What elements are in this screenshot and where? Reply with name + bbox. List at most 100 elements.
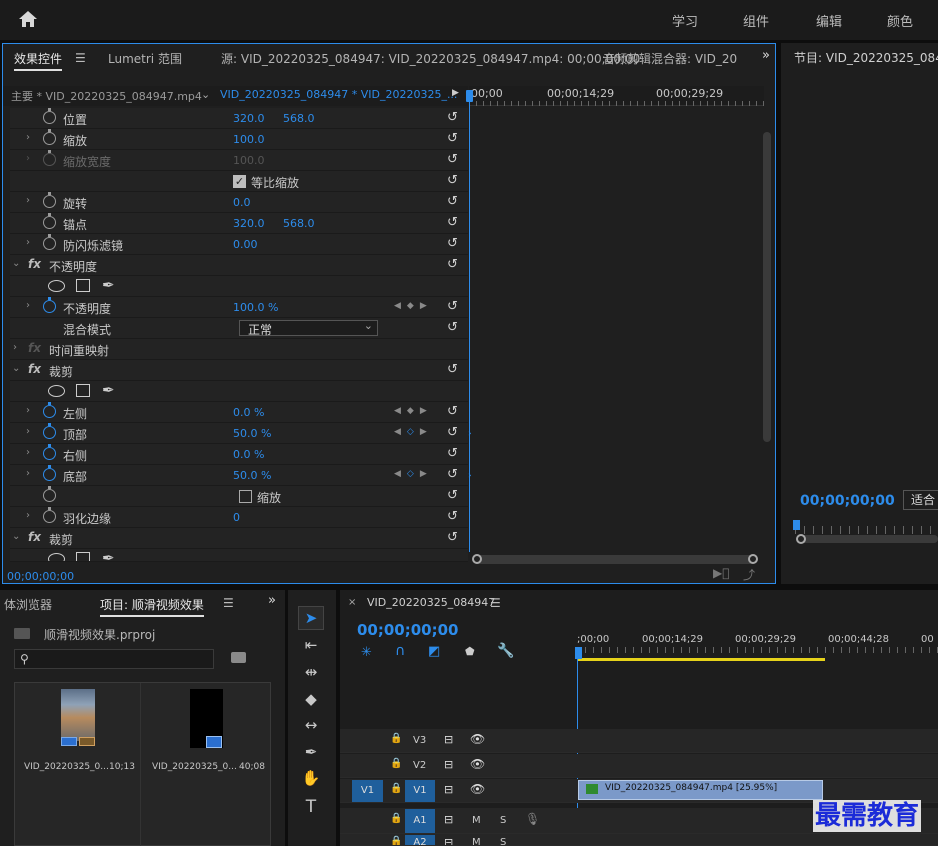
rectangle-mask-icon[interactable]: [76, 552, 90, 561]
microphone-icon[interactable]: 🎙: [525, 812, 540, 826]
chevron-right-icon[interactable]: ›: [26, 195, 30, 206]
fx-icon[interactable]: fx: [28, 257, 41, 271]
reset-icon[interactable]: ↺: [447, 236, 458, 251]
stopwatch-icon[interactable]: [43, 297, 56, 313]
vertical-scrollbar[interactable]: [763, 132, 771, 442]
reset-icon[interactable]: ↺: [447, 446, 458, 461]
property-row-crop-right[interactable]: › 右侧 0.0 % ↺: [10, 444, 468, 465]
sync-icon[interactable]: ⊟: [444, 813, 453, 826]
chevron-right-icon[interactable]: ›: [26, 405, 30, 416]
reset-icon[interactable]: ↺: [447, 425, 458, 440]
effect-ruler[interactable]: 00;00 00;00;14;29 00;00;29;29: [469, 86, 764, 106]
pen-mask-icon[interactable]: ✒: [102, 276, 115, 294]
property-row-position[interactable]: 位置 320.0 568.0 ↺: [10, 108, 468, 129]
timeline-ruler[interactable]: ;00;00 00;00;14;29 00;00;29;29 00;00;44;…: [577, 632, 938, 662]
nest-toggle-icon[interactable]: ✳: [361, 645, 372, 660]
project-item[interactable]: VID_20220325_0... 10;13: [15, 683, 141, 846]
linked-selection-icon[interactable]: ◩: [428, 644, 440, 659]
program-scrollbar[interactable]: [796, 534, 938, 544]
reset-icon[interactable]: ↺: [447, 173, 458, 188]
lock-icon[interactable]: 🔒: [390, 758, 402, 769]
fx-icon[interactable]: fx: [28, 530, 41, 544]
add-marker-icon[interactable]: ⬟: [465, 645, 475, 658]
fx-icon[interactable]: fx: [28, 362, 41, 376]
stopwatch-icon[interactable]: [43, 108, 56, 124]
effect-header-opacity[interactable]: ⌄ fx 不透明度 ↺: [10, 255, 468, 276]
chevron-down-icon[interactable]: ⌄: [12, 531, 20, 542]
property-row-crop-zoom[interactable]: 缩放 ↺: [10, 486, 468, 507]
source-patch-v1[interactable]: V1: [352, 780, 383, 802]
mute-button[interactable]: M: [472, 815, 481, 826]
workspace-color[interactable]: 颜色: [887, 11, 913, 30]
lock-icon[interactable]: 🔒: [390, 813, 402, 824]
chevron-down-icon[interactable]: ⌄: [12, 258, 20, 269]
scale-value[interactable]: 100.0: [233, 133, 265, 146]
property-row-crop-bottom[interactable]: › 底部 50.0 % ◀◇▶ ↺: [10, 465, 468, 486]
reset-icon[interactable]: ↺: [447, 467, 458, 482]
menu-icon[interactable]: ☰: [490, 596, 501, 610]
sync-icon[interactable]: ⊟: [444, 783, 453, 796]
track-target-a2[interactable]: A2: [405, 835, 435, 845]
tab-media-browser[interactable]: 体浏览器: [4, 596, 52, 613]
eye-icon[interactable]: 👁: [470, 757, 485, 771]
ellipse-mask-icon[interactable]: [48, 280, 65, 292]
pen-tool-icon[interactable]: ✒: [300, 743, 322, 763]
reset-icon[interactable]: ↺: [447, 131, 458, 146]
stopwatch-icon[interactable]: [43, 192, 56, 208]
property-row-opacity[interactable]: › 不透明度 100.0 % ◀◆▶ ↺: [10, 297, 468, 318]
uniform-scale-checkbox[interactable]: ✓: [233, 175, 246, 188]
effect-header-crop[interactable]: ⌄ fx 裁剪 ↺: [10, 360, 468, 381]
program-title[interactable]: 节目: VID_20220325_084947: [794, 49, 938, 66]
wrench-icon[interactable]: 🔧: [497, 643, 514, 659]
stopwatch-icon[interactable]: [43, 507, 56, 523]
anchor-x-value[interactable]: 320.0: [233, 217, 265, 230]
chevron-right-icon[interactable]: ›: [26, 510, 30, 521]
reset-icon[interactable]: ↺: [447, 257, 458, 272]
workspace-learn[interactable]: 学习: [672, 11, 698, 30]
reset-icon[interactable]: ↺: [447, 299, 458, 314]
lock-icon[interactable]: 🔒: [390, 733, 402, 744]
track-select-tool-icon[interactable]: ⇤: [300, 636, 322, 656]
effect-header-crop-2[interactable]: ⌄ fx 裁剪 ↺: [10, 528, 468, 549]
tab-audio-clip-mixer[interactable]: 音频剪辑混合器: VID_20: [603, 50, 741, 67]
chevron-right-icon[interactable]: ›: [26, 132, 30, 143]
position-x-value[interactable]: 320.0: [233, 112, 265, 125]
chevron-right-icon[interactable]: ›: [26, 300, 30, 311]
razor-tool-icon[interactable]: ◆: [300, 690, 322, 710]
crop-right-value[interactable]: 0.0 %: [233, 448, 264, 461]
opacity-value[interactable]: 100.0 %: [233, 301, 278, 314]
stopwatch-icon[interactable]: [43, 129, 56, 145]
rectangle-mask-icon[interactable]: [76, 384, 90, 397]
chevron-right-icon[interactable]: ›: [26, 447, 30, 458]
reset-icon[interactable]: ↺: [447, 215, 458, 230]
blend-mode-select[interactable]: 正常 ⌄: [239, 319, 378, 337]
playback-only-icon[interactable]: ▶⃒: [713, 566, 729, 580]
program-ruler[interactable]: [795, 526, 938, 534]
stopwatch-icon[interactable]: [43, 444, 56, 460]
chevron-down-icon[interactable]: ⌄: [12, 363, 20, 374]
track-v2[interactable]: 🔒 V2 ⊟ 👁: [340, 754, 938, 778]
lock-icon[interactable]: 🔒: [390, 783, 402, 794]
mute-button[interactable]: M: [472, 837, 481, 845]
menu-icon[interactable]: ☰: [223, 596, 234, 610]
project-item[interactable]: VID_20220325_0... 40;08: [142, 683, 270, 846]
workspace-assembly[interactable]: 组件: [743, 11, 769, 30]
keyframe-nav-icon[interactable]: ◀◇▶: [394, 427, 433, 437]
fit-select[interactable]: 适合: [903, 490, 938, 510]
scroll-handle-right[interactable]: [748, 554, 758, 564]
rotation-value[interactable]: 0.0: [233, 196, 251, 209]
reset-icon[interactable]: ↺: [447, 362, 458, 377]
workspace-editing[interactable]: 编辑: [816, 11, 842, 30]
timeline-timecode[interactable]: 00;00;00;00: [357, 621, 459, 639]
keyframe-marker[interactable]: ›: [468, 471, 472, 481]
reset-icon[interactable]: ↺: [447, 194, 458, 209]
ellipse-mask-icon[interactable]: [48, 385, 65, 397]
reset-icon[interactable]: ↺: [447, 530, 458, 545]
feather-value[interactable]: 0: [233, 511, 240, 524]
scroll-handle-left[interactable]: [796, 534, 806, 544]
selection-tool-icon[interactable]: ➤: [298, 606, 324, 630]
property-row-crop-top[interactable]: › 顶部 50.0 % ◀◇▶ ↺: [10, 423, 468, 444]
stopwatch-icon[interactable]: [43, 423, 56, 439]
work-area-bar[interactable]: [577, 658, 825, 661]
panel-overflow-icon[interactable]: »: [762, 48, 770, 63]
